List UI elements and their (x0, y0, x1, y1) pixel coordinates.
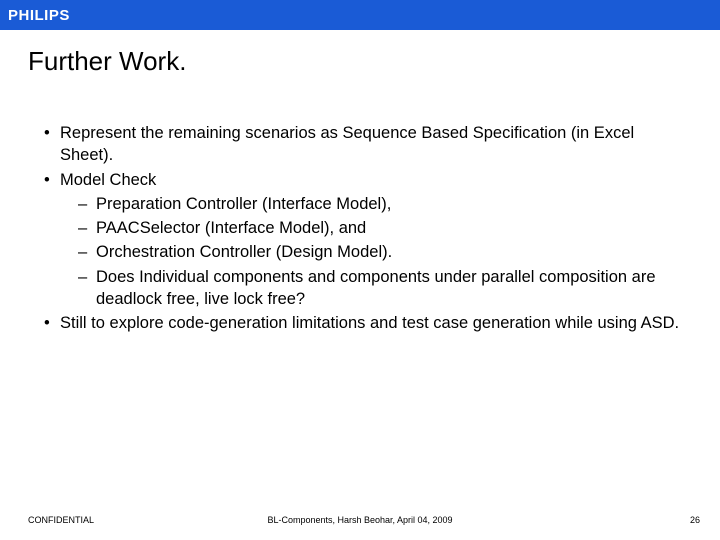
sub-list: Preparation Controller (Interface Model)… (60, 193, 690, 310)
list-item: Orchestration Controller (Design Model). (60, 241, 690, 263)
list-item: PAACSelector (Interface Model), and (60, 217, 690, 239)
slide-body: Represent the remaining scenarios as Seq… (0, 77, 720, 334)
sub-bullet-text: Preparation Controller (Interface Model)… (96, 195, 391, 213)
list-item: Represent the remaining scenarios as Seq… (42, 122, 690, 167)
brand-header: PHILIPS (0, 0, 720, 30)
bullet-list: Represent the remaining scenarios as Seq… (42, 122, 690, 334)
slide-title: Further Work. (0, 30, 720, 77)
list-item: Still to explore code-generation limitat… (42, 312, 690, 334)
sub-bullet-text: Does Individual components and component… (96, 268, 656, 308)
bullet-text: Model Check (60, 171, 156, 189)
sub-bullet-text: PAACSelector (Interface Model), and (96, 219, 366, 237)
bullet-text: Still to explore code-generation limitat… (60, 314, 679, 332)
footer-confidential: CONFIDENTIAL (28, 515, 94, 525)
list-item: Does Individual components and component… (60, 266, 690, 311)
list-item: Preparation Controller (Interface Model)… (60, 193, 690, 215)
brand-logo: PHILIPS (8, 7, 70, 24)
footer-meta: BL-Components, Harsh Beohar, April 04, 2… (267, 515, 452, 525)
bullet-text: Represent the remaining scenarios as Seq… (60, 124, 634, 164)
list-item: Model Check Preparation Controller (Inte… (42, 169, 690, 311)
footer-page-number: 26 (690, 515, 700, 525)
sub-bullet-text: Orchestration Controller (Design Model). (96, 243, 392, 261)
